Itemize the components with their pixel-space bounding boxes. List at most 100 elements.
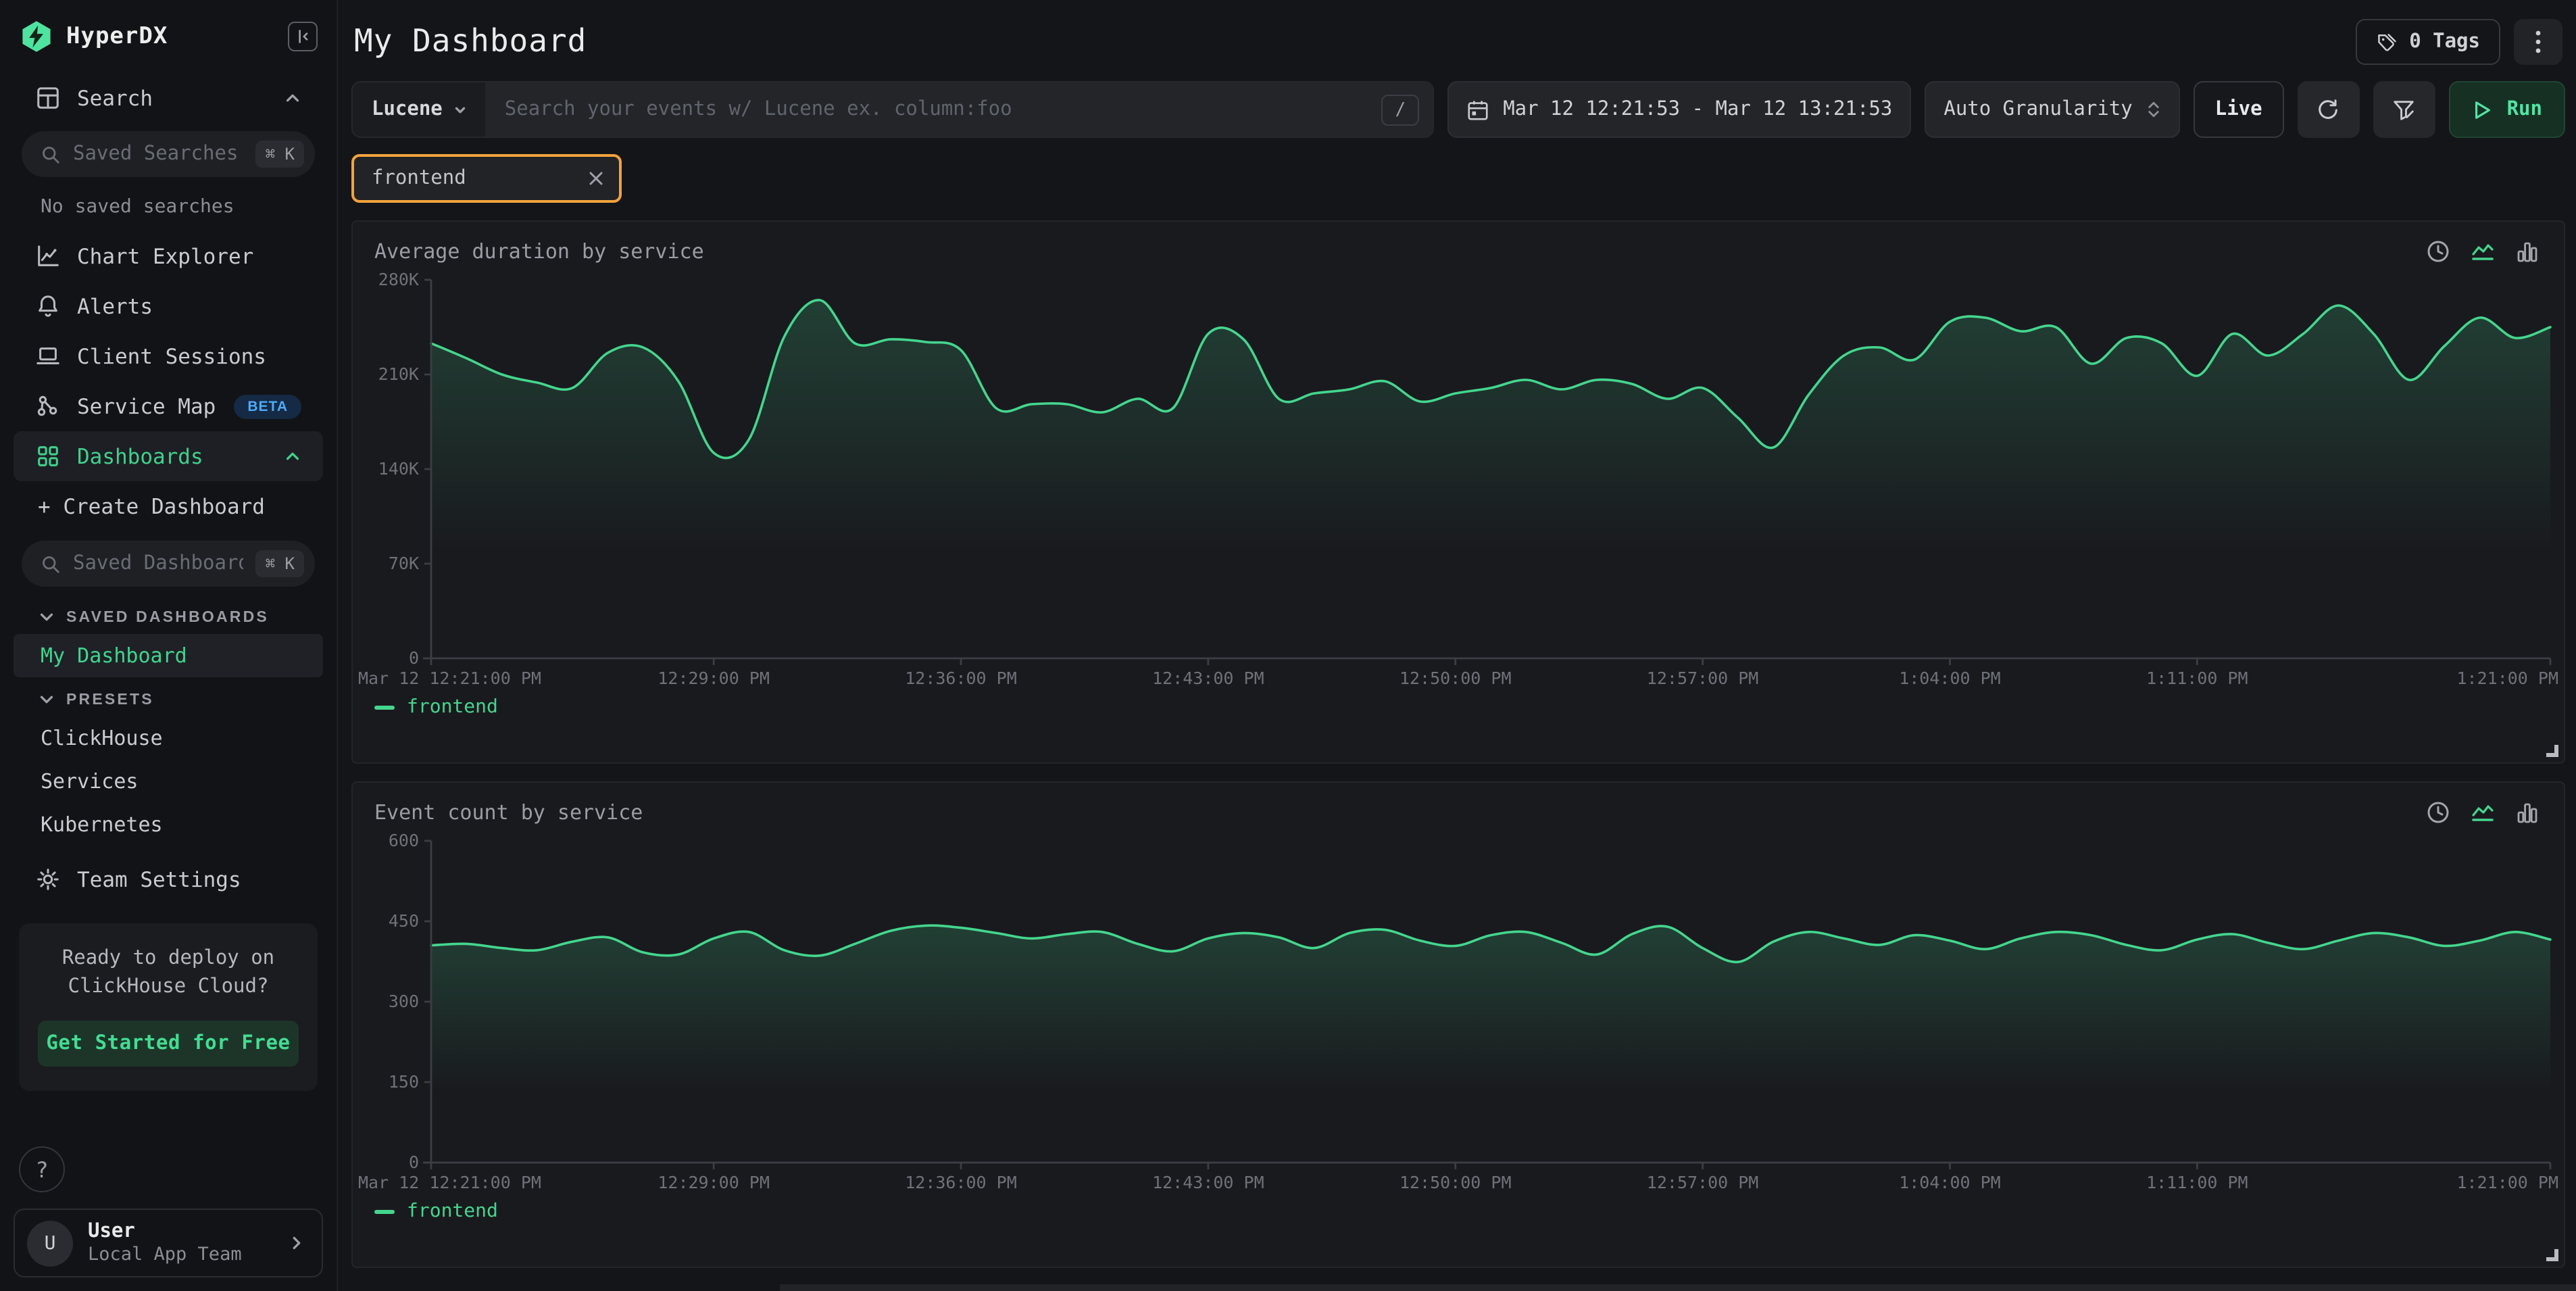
sidebar-item-client-sessions[interactable]: Client Sessions [14,331,323,381]
svg-text:Mar 12 12:21:00 PM: Mar 12 12:21:00 PM [358,668,541,688]
chevron-right-icon [288,1234,305,1252]
granularity-select[interactable]: Auto Granularity [1925,81,2179,138]
filter-chip-frontend[interactable]: frontend [351,154,622,203]
sidebar-item-label: Client Sessions [77,344,301,368]
line-chart-icon[interactable] [2471,800,2495,825]
calendar-icon [1466,98,1489,121]
panel-title[interactable]: Average duration by service [374,239,704,264]
help-button[interactable]: ? [19,1146,65,1192]
chevron-up-icon [284,447,301,465]
svg-text:12:36:00 PM: 12:36:00 PM [905,668,1017,688]
svg-text:1:11:00 PM: 1:11:00 PM [2146,1173,2248,1192]
query-bar: Lucene Search your events w/ Lucene ex. … [351,81,1434,138]
beta-badge: BETA [234,394,301,418]
sidebar-item-chart-explorer[interactable]: Chart Explorer [14,231,323,281]
search-icon [41,144,61,164]
saved-searches-input[interactable]: Saved Searches ⌘ K [22,131,315,177]
panel-header: Average duration by service [353,222,2564,269]
search-icon [41,554,61,574]
sidebar-item-kubernetes[interactable]: Kubernetes [14,803,323,846]
panel-header: Event count by service [353,783,2564,830]
filter-button[interactable] [2373,81,2435,138]
service-map-icon [35,393,61,419]
panel-resize-handle[interactable] [2546,1249,2558,1261]
sidebar-item-label: Alerts [77,294,301,318]
chevron-down-icon [38,608,55,626]
live-button[interactable]: Live [2194,81,2284,138]
svg-text:210K: 210K [378,364,419,384]
sidebar-item-service-map[interactable]: Service Map BETA [14,381,323,431]
section-label: SAVED DASHBOARDS [66,609,269,625]
legend-swatch [374,705,395,709]
svg-text:70K: 70K [389,554,419,573]
create-dashboard-button[interactable]: + Create Dashboard [14,481,323,533]
line-chart[interactable]: 0150300450600Mar 12 12:21:00 PM12:29:00 … [353,830,2564,1198]
bar-chart-icon[interactable] [2515,800,2540,825]
legend-label[interactable]: frontend [407,696,498,718]
user-meta: User Local App Team [88,1219,273,1267]
bar-chart-icon[interactable] [2515,239,2540,264]
hyperdx-logo[interactable]: HyperDX [19,19,168,54]
clock-icon[interactable] [2426,239,2450,264]
gear-icon [35,867,61,892]
legend-swatch [374,1209,395,1213]
live-button-label: Live [2215,99,2262,120]
panel-title[interactable]: Event count by service [374,800,643,825]
kebab-menu-icon [2535,30,2541,54]
user-team: Local App Team [88,1244,273,1267]
close-icon[interactable] [587,169,605,188]
slash-shortcut-hint: / [1382,94,1420,125]
sidebar-item-alerts[interactable]: Alerts [14,281,323,331]
tag-icon [2375,31,2397,53]
svg-text:1:21:00 PM: 1:21:00 PM [2456,668,2558,688]
clickhouse-cloud-card: Ready to deploy on ClickHouse Cloud? Get… [19,923,318,1091]
line-chart-icon[interactable] [2471,239,2495,264]
svg-text:0: 0 [409,648,419,668]
play-icon [2472,99,2492,120]
search-section-icon [35,85,61,111]
sidebar-item-my-dashboard[interactable]: My Dashboard [14,634,323,677]
kebab-menu-button[interactable] [2514,19,2562,65]
panel-toolbar [2426,800,2542,825]
date-range-picker[interactable]: Mar 12 12:21:53 - Mar 12 13:21:53 [1447,81,1911,138]
sidebar-item-dashboards[interactable]: Dashboards [14,431,323,481]
sidebar-collapse-icon[interactable] [288,22,318,51]
sidebar-item-clickhouse[interactable]: ClickHouse [14,716,323,760]
section-presets[interactable]: PRESETS [14,677,323,716]
chart-legend: frontend [353,693,2564,731]
sidebar-spacer [0,1091,337,1146]
svg-text:Mar 12 12:21:00 PM: Mar 12 12:21:00 PM [358,1173,541,1192]
panel-resize-handle[interactable] [2546,745,2558,757]
no-saved-searches-note: No saved searches [14,185,323,231]
chart-legend: frontend [353,1198,2564,1236]
command-k-hint: ⌘ K [256,550,304,577]
event-search-input[interactable]: Search your events w/ Lucene ex. column:… [486,82,1433,137]
event-search-placeholder: Search your events w/ Lucene ex. column:… [505,99,1382,120]
run-button[interactable]: Run [2449,81,2565,138]
filter-bar: Lucene Search your events w/ Lucene ex. … [351,81,2565,138]
command-k-hint: ⌘ K [256,141,304,168]
sidebar-item-services[interactable]: Services [14,760,323,803]
query-language-select[interactable]: Lucene [353,82,486,137]
user-menu[interactable]: U User Local App Team [14,1209,323,1277]
section-saved-dashboards[interactable]: SAVED DASHBOARDS [14,595,323,634]
laptop-icon [35,343,61,369]
legend-label[interactable]: frontend [407,1200,498,1222]
tags-button[interactable]: 0 Tags [2355,19,2500,65]
svg-text:12:29:00 PM: 12:29:00 PM [658,1173,770,1192]
sidebar-item-search[interactable]: Search [14,73,323,123]
main-content: My Dashboard 0 Tags Lucene Search your e… [338,0,2576,1291]
refresh-button[interactable] [2298,81,2360,138]
sidebar-item-label: Search [77,86,268,110]
line-chart[interactable]: 070K140K210K280KMar 12 12:21:00 PM12:29:… [353,269,2564,693]
page-header: My Dashboard 0 Tags [351,0,2565,76]
chart-panel-avg-duration: Average duration by service 070K140K210K… [351,220,2565,764]
next-panel-edge [780,1284,2576,1291]
clock-icon[interactable] [2426,800,2450,825]
get-started-button[interactable]: Get Started for Free [38,1021,299,1067]
saved-dashboards-input[interactable]: Saved Dashboards ⌘ K [22,541,315,587]
app-root: HyperDX Search Saved Searches ⌘ K No sav… [0,0,2576,1291]
sidebar-item-team-settings[interactable]: Team Settings [14,854,323,904]
chevron-down-icon [38,691,55,708]
cloud-card-text: Ready to deploy on ClickHouse Cloud? [38,945,299,1002]
